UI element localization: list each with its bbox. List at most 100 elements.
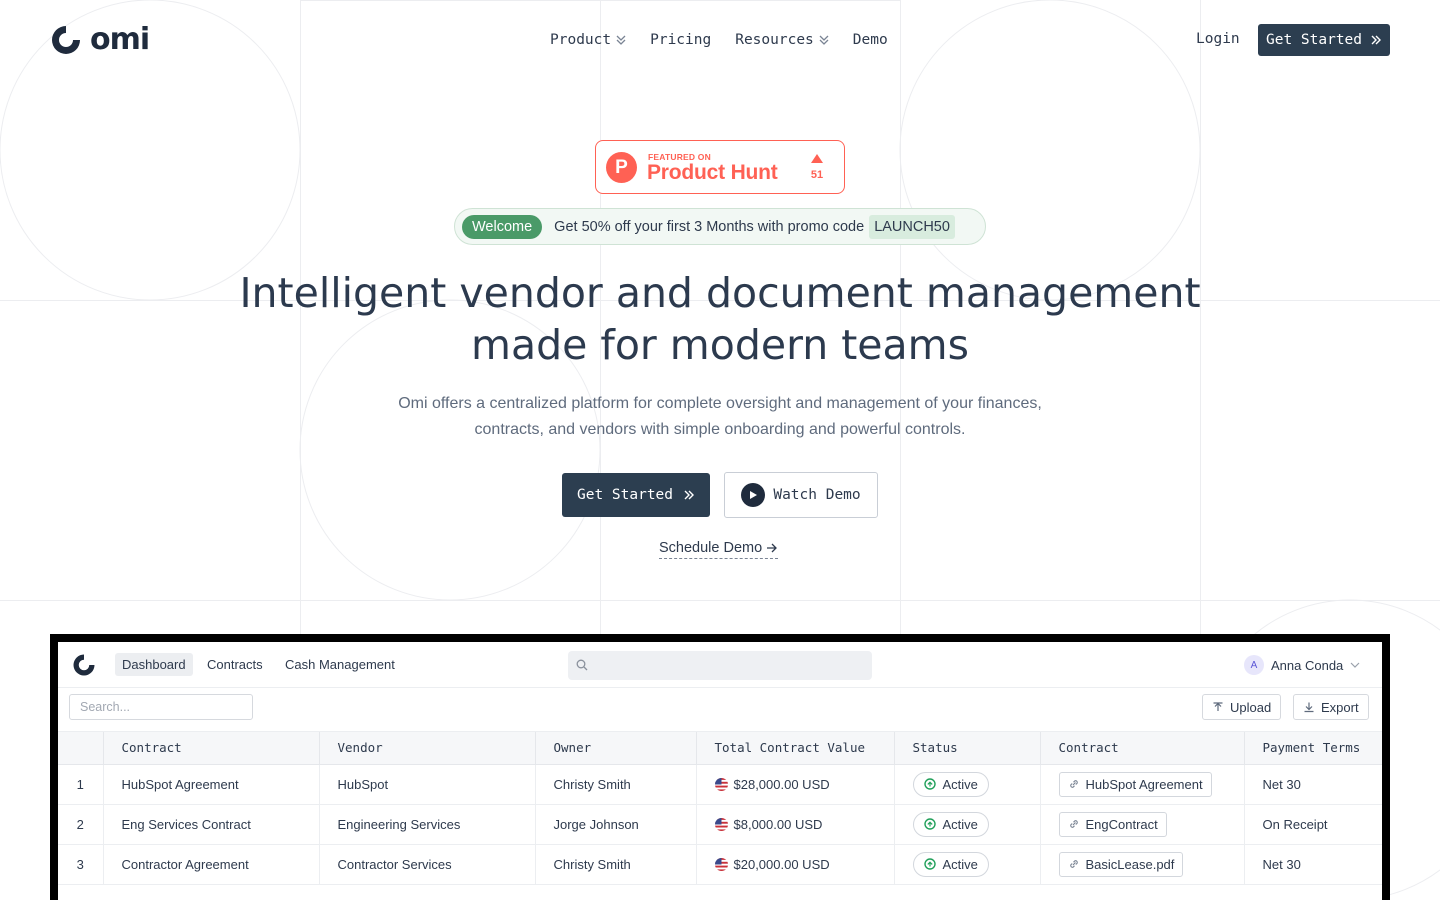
owner-name[interactable]: Christy Smith: [535, 844, 697, 885]
contract-file-cell: BasicLease.pdf: [1040, 844, 1245, 885]
vendor-name[interactable]: HubSpot: [319, 764, 536, 805]
status-badge[interactable]: Active: [912, 771, 989, 797]
promo-banner[interactable]: Welcome Get 50% off your first 3 Months …: [454, 208, 986, 245]
contract-value: $20,000.00 USD: [696, 844, 895, 885]
hero-title-line-1: Intelligent vendor and document manageme…: [239, 269, 1201, 317]
header-get-started-button[interactable]: Get Started: [1258, 24, 1390, 56]
column-header-vendor[interactable]: Vendor: [319, 732, 536, 765]
export-button[interactable]: Export: [1293, 694, 1369, 720]
hero-get-started-button[interactable]: Get Started: [562, 473, 710, 517]
contract-file-name: BasicLease.pdf: [1085, 856, 1175, 872]
contract-value-text: $8,000.00 USD: [733, 816, 823, 832]
status-cell: Active: [894, 844, 1041, 885]
contract-file-name: EngContract: [1085, 816, 1158, 832]
product-hunt-logo-icon: P: [606, 152, 637, 183]
contract-value: $8,000.00 USD: [696, 804, 895, 845]
promo-code: LAUNCH50: [869, 214, 955, 239]
export-label: Export: [1321, 699, 1359, 715]
product-hunt-badge[interactable]: P FEATURED ON Product Hunt 51: [595, 140, 845, 194]
arrow-right-icon: [767, 543, 778, 553]
vendor-name[interactable]: Engineering Services: [319, 804, 536, 845]
owner-name[interactable]: Christy Smith: [535, 764, 697, 805]
status-label: Active: [942, 816, 978, 832]
active-status-icon: [923, 818, 936, 830]
nav-resources[interactable]: Resources: [735, 32, 829, 48]
hero-subtitle-line-1: Omi offers a centralized platform for co…: [398, 395, 1042, 412]
hero-subtitle: Omi offers a centralized platform for co…: [0, 391, 1440, 443]
hero-title: Intelligent vendor and document manageme…: [0, 267, 1440, 371]
column-header-total-contract-value[interactable]: Total Contract Value: [696, 732, 895, 765]
omi-logo-icon: [52, 26, 80, 54]
promo-tag: Welcome: [462, 214, 543, 239]
us-flag-icon: [714, 777, 728, 791]
chevrons-right-icon: [1371, 35, 1382, 45]
column-header-owner[interactable]: Owner: [535, 732, 697, 765]
hero-get-started-label: Get Started: [576, 487, 674, 503]
payment-terms: Net 30: [1244, 844, 1382, 885]
row-index: 3: [58, 844, 104, 885]
contract-file-link[interactable]: HubSpot Agreement: [1058, 771, 1212, 797]
contract-file-link[interactable]: BasicLease.pdf: [1058, 851, 1184, 877]
login-link[interactable]: Login: [1196, 31, 1240, 47]
watch-demo-label: Watch Demo: [773, 487, 861, 503]
watch-demo-button[interactable]: Watch Demo: [724, 472, 878, 518]
table-row[interactable]: 1 HubSpot Agreement HubSpot Christy Smit…: [58, 764, 1382, 805]
contract-name[interactable]: Eng Services Contract: [103, 804, 320, 845]
table-search-input[interactable]: Search...: [69, 694, 253, 720]
chevron-double-down-icon: [819, 34, 829, 46]
avatar: A: [1244, 655, 1264, 675]
column-header-payment-terms[interactable]: Payment Terms: [1244, 732, 1382, 765]
table-body: 1 HubSpot Agreement HubSpot Christy Smit…: [58, 764, 1382, 885]
chevron-double-down-icon: [616, 34, 626, 46]
active-status-icon: [923, 858, 936, 870]
app-tab-cash-management[interactable]: Cash Management: [278, 653, 402, 676]
app-window: Dashboard Contracts Cash Management A An…: [58, 642, 1382, 900]
contract-name[interactable]: HubSpot Agreement: [103, 764, 320, 805]
upvote-arrow-icon: [811, 154, 823, 163]
nav-demo[interactable]: Demo: [853, 32, 888, 48]
contract-name[interactable]: Contractor Agreement: [103, 844, 320, 885]
column-header-status[interactable]: Status: [894, 732, 1041, 765]
table-toolbar: Search... Upload Export: [58, 688, 1382, 732]
app-tab-contracts[interactable]: Contracts: [200, 653, 270, 676]
upload-icon: [1213, 702, 1223, 711]
chevrons-right-icon: [684, 490, 695, 500]
column-header-contract[interactable]: Contract: [103, 732, 320, 765]
contract-value: $28,000.00 USD: [696, 764, 895, 805]
hero-title-line-2: made for modern teams: [471, 321, 969, 369]
table-row[interactable]: 3 Contractor Agreement Contractor Servic…: [58, 844, 1382, 885]
upload-button[interactable]: Upload: [1202, 694, 1282, 720]
table-header-row: Contract Vendor Owner Total Contract Val…: [58, 732, 1382, 765]
download-icon: [1304, 702, 1314, 713]
vendor-name[interactable]: Contractor Services: [319, 844, 536, 885]
app-tab-dashboard[interactable]: Dashboard: [115, 653, 193, 676]
hero-subtitle-line-2: contracts, and vendors with simple onboa…: [474, 421, 966, 438]
app-global-search[interactable]: [568, 651, 872, 680]
nav-resources-label: Resources: [735, 32, 814, 48]
upload-label: Upload: [1230, 699, 1272, 715]
contract-value-text: $28,000.00 USD: [733, 776, 830, 792]
user-menu[interactable]: A Anna Conda: [1244, 654, 1360, 676]
brand-name: omi: [90, 22, 150, 57]
contract-file-cell: EngContract: [1040, 804, 1245, 845]
table-row[interactable]: 2 Eng Services Contract Engineering Serv…: [58, 804, 1382, 845]
us-flag-icon: [714, 817, 728, 831]
status-badge[interactable]: Active: [912, 851, 989, 877]
user-name: Anna Conda: [1271, 657, 1344, 673]
status-badge[interactable]: Active: [912, 811, 989, 837]
contract-file-link[interactable]: EngContract: [1058, 811, 1167, 837]
us-flag-icon: [714, 857, 728, 871]
nav-pricing[interactable]: Pricing: [650, 32, 711, 48]
search-icon: [576, 659, 588, 671]
schedule-demo-link[interactable]: Schedule Demo: [659, 538, 779, 559]
payment-terms: On Receipt: [1244, 804, 1382, 845]
main-nav: Product Pricing Resources Demo: [550, 30, 888, 50]
header-get-started-label: Get Started: [1265, 32, 1363, 48]
status-label: Active: [942, 776, 978, 792]
contract-file-name: HubSpot Agreement: [1085, 776, 1203, 792]
brand-logo[interactable]: omi: [50, 22, 150, 57]
schedule-demo-label: Schedule Demo: [659, 540, 763, 556]
nav-product[interactable]: Product: [550, 32, 626, 48]
owner-name[interactable]: Jorge Johnson: [535, 804, 697, 845]
column-header-contract-file[interactable]: Contract: [1040, 732, 1245, 765]
